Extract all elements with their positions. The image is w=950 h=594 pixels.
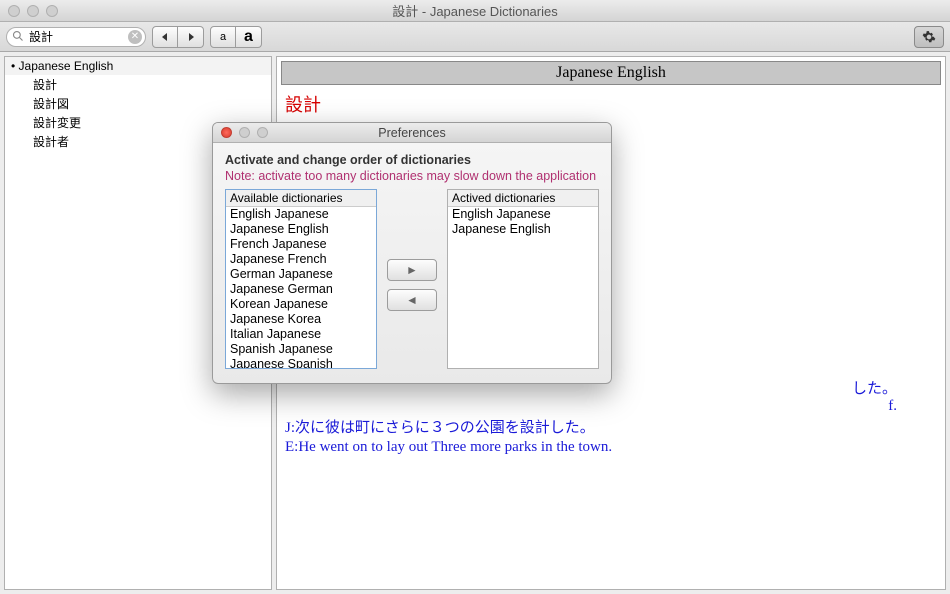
close-icon[interactable] xyxy=(8,5,20,17)
sidebar-item[interactable]: 設計 xyxy=(5,75,271,94)
font-smaller-button[interactable]: a xyxy=(210,26,236,48)
chevron-right-icon: ► xyxy=(406,263,418,277)
prefs-note: Note: activate too many dictionaries may… xyxy=(225,169,599,183)
list-item[interactable]: French Japanese xyxy=(226,237,376,252)
list-item[interactable]: Japanese German xyxy=(226,282,376,297)
entry-headword: 設計 xyxy=(277,89,945,119)
preferences-dialog: Preferences Activate and change order of… xyxy=(212,122,612,384)
prefs-traffic-lights xyxy=(213,127,268,138)
sidebar-item[interactable]: 設計図 xyxy=(5,94,271,113)
obscured-example-ja: した。 xyxy=(844,380,905,398)
example-en: E:He went on to lay out Three more parks… xyxy=(277,438,945,457)
list-item[interactable]: Italian Japanese xyxy=(226,327,376,342)
available-dictionaries-list[interactable]: Available dictionaries English Japanese … xyxy=(225,189,377,369)
prefs-minimize-icon xyxy=(239,127,250,138)
forward-button[interactable] xyxy=(178,26,204,48)
active-dictionaries-list[interactable]: Actived dictionaries English Japanese Ja… xyxy=(447,189,599,369)
remove-button[interactable]: ◄ xyxy=(387,289,437,311)
search-input[interactable] xyxy=(6,27,146,47)
font-small-label: a xyxy=(220,31,226,43)
settings-button[interactable] xyxy=(914,26,944,48)
dictionary-banner: Japanese English xyxy=(281,61,941,85)
prefs-title: Preferences xyxy=(213,126,611,140)
active-header: Actived dictionaries xyxy=(448,190,598,207)
prefs-zoom-icon xyxy=(257,127,268,138)
window-title: 設計 - Japanese Dictionaries xyxy=(0,1,950,20)
list-item[interactable]: Spanish Japanese xyxy=(226,342,376,357)
add-button[interactable]: ► xyxy=(387,259,437,281)
font-large-label: a xyxy=(244,28,253,46)
list-item[interactable]: Korean Japanese xyxy=(226,297,376,312)
search-field: ✕ xyxy=(6,27,146,47)
available-header: Available dictionaries xyxy=(226,190,376,207)
list-item[interactable]: Japanese Spanish xyxy=(226,357,376,369)
minimize-icon[interactable] xyxy=(27,5,39,17)
zoom-icon[interactable] xyxy=(46,5,58,17)
prefs-heading: Activate and change order of dictionarie… xyxy=(225,153,599,167)
chevron-left-icon: ◄ xyxy=(406,293,418,307)
prefs-close-icon[interactable] xyxy=(221,127,232,138)
gear-icon xyxy=(922,30,936,44)
list-item[interactable]: Japanese French xyxy=(226,252,376,267)
list-item[interactable]: Japanese English xyxy=(226,222,376,237)
main-titlebar: 設計 - Japanese Dictionaries xyxy=(0,0,950,22)
traffic-lights xyxy=(0,5,58,17)
font-segment: a a xyxy=(210,26,262,48)
back-button[interactable] xyxy=(152,26,178,48)
clear-icon[interactable]: ✕ xyxy=(128,30,142,44)
prefs-titlebar: Preferences xyxy=(213,123,611,143)
list-item[interactable]: Japanese Korea xyxy=(226,312,376,327)
font-larger-button[interactable]: a xyxy=(236,26,262,48)
transfer-buttons: ► ◄ xyxy=(387,189,437,311)
list-item[interactable]: German Japanese xyxy=(226,267,376,282)
sidebar-header: Japanese English xyxy=(5,57,271,75)
example-ja: J:次に彼は町にさらに３つの公園を設計した。 xyxy=(277,415,945,438)
search-icon xyxy=(12,30,24,42)
toolbar: ✕ a a xyxy=(0,22,950,52)
list-item[interactable]: English Japanese xyxy=(448,207,598,222)
list-item[interactable]: Japanese English xyxy=(448,222,598,237)
obscured-example-en: f. xyxy=(880,397,905,415)
list-item[interactable]: English Japanese xyxy=(226,207,376,222)
nav-segment xyxy=(152,26,204,48)
prefs-body: Activate and change order of dictionarie… xyxy=(213,143,611,383)
